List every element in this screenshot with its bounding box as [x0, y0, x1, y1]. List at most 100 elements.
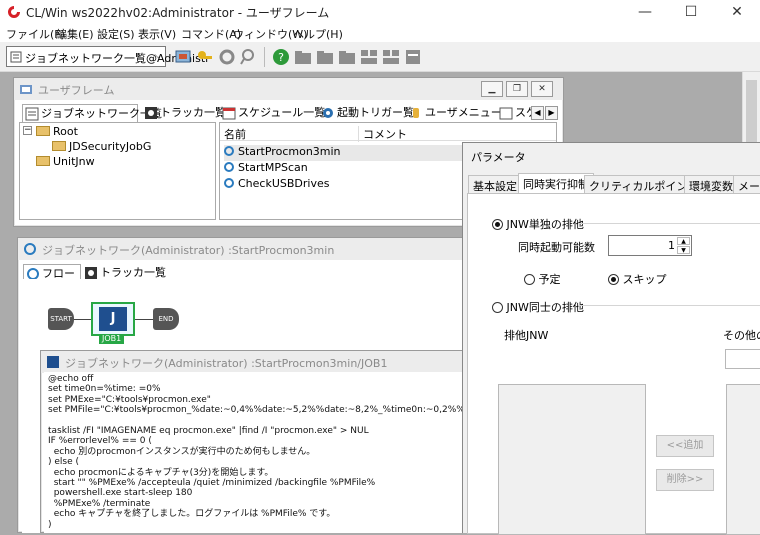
concurrent-value: 1 — [668, 239, 675, 252]
job-icon: J — [99, 307, 127, 331]
tracker-icon — [145, 107, 157, 119]
spin-down-button[interactable]: ▼ — [677, 246, 690, 254]
folder-icon[interactable] — [316, 48, 334, 66]
tree-node-jdsecurity[interactable]: JDSecurityJobG — [52, 140, 151, 153]
tab-mail[interactable]: メール通 — [733, 175, 760, 193]
exclusive-jnw-list[interactable] — [498, 384, 646, 535]
jobnetwork-icon — [224, 162, 234, 172]
list-item-label: StartProcmon3min — [238, 145, 341, 158]
group-divider — [578, 305, 760, 306]
folder-icon — [36, 126, 50, 136]
folder-icon[interactable] — [338, 48, 356, 66]
column-comment[interactable]: コメント — [358, 126, 407, 142]
search-icon[interactable] — [240, 48, 258, 66]
tab-user-menu[interactable]: ユーザメニュー — [407, 104, 502, 122]
calendar-icon — [222, 107, 236, 120]
group-tree: − Root JDSecurityJobG UnitJnw — [19, 122, 216, 220]
window-icon[interactable] — [404, 48, 422, 66]
frame-minimize-button[interactable]: ▁ — [481, 81, 503, 97]
close-button[interactable]: ✕ — [714, 0, 760, 24]
folder-icon[interactable] — [294, 48, 312, 66]
flow-arrow — [74, 319, 91, 320]
tree-node-label: JDSecurityJobG — [69, 140, 152, 153]
menu-view[interactable]: 表示(V) — [138, 26, 176, 42]
frame-restore-button[interactable]: ❐ — [506, 81, 528, 97]
spin-up-button[interactable]: ▲ — [677, 237, 690, 245]
tab-tracker-list[interactable]: トラッカ一覧 — [142, 104, 226, 122]
menu-help[interactable]: ヘルプ(H) — [293, 26, 343, 42]
other-filter-input[interactable] — [725, 349, 760, 369]
list-item-label: CheckUSBDrives — [238, 177, 330, 190]
folder-icon — [36, 156, 50, 166]
tab-label: 起動トリガー覧 — [337, 106, 414, 119]
other-list-label: その他のJ — [723, 329, 760, 342]
key-icon[interactable] — [196, 48, 214, 66]
menu-bar: ファイル(F) 編集(E) 設定(S) 表示(V) コマンド(A) ウィンドウ(… — [0, 24, 760, 42]
job-script-title: ジョブネットワーク(Administrator) :StartProcmon3m… — [65, 357, 388, 370]
help-icon[interactable]: ? — [272, 48, 290, 66]
hand-icon — [413, 108, 419, 118]
user-frame-title: ユーザフレーム — [38, 84, 115, 97]
jobnetwork-icon — [224, 178, 234, 188]
toolbar-separator — [264, 47, 265, 67]
radio-label: JNW同士の排他 — [506, 301, 584, 314]
flow-job-node[interactable]: J — [91, 302, 135, 336]
tile-icon[interactable] — [360, 48, 378, 66]
remove-button[interactable]: 削除>> — [656, 469, 714, 491]
maximize-button[interactable]: ☐ — [668, 0, 714, 24]
concurrent-label: 同時起動可能数 — [518, 241, 595, 254]
app-logo-icon — [8, 6, 20, 18]
radio-label: 予定 — [538, 273, 561, 286]
job-icon — [47, 356, 59, 368]
menu-settings[interactable]: 設定(S) — [97, 26, 135, 42]
tree-node-unitjnw[interactable]: UnitJnw — [36, 155, 95, 168]
svg-text:?: ? — [278, 51, 284, 64]
tree-node-root[interactable]: Root — [36, 125, 78, 138]
refresh-icon[interactable] — [218, 48, 236, 66]
tab-trigger-list[interactable]: 起動トリガー覧 — [319, 104, 414, 122]
radio-dot — [524, 274, 535, 285]
parameter-dialog: パラメータ 基本設定 同時実行抑制 クリティカルポイント警告 環境変数 メール通… — [462, 142, 760, 535]
tab-schedule-list[interactable]: スケジュール一覧 — [220, 104, 325, 122]
view-selector[interactable]: ジョブネットワーク一覧@Administı ⌵ — [6, 46, 208, 67]
radio-jnw-exclusive[interactable]: JNW単独の排他 — [492, 216, 584, 232]
concurrent-input[interactable]: 1 ▲ ▼ — [608, 235, 692, 256]
tab-basic-settings[interactable]: 基本設定 — [468, 175, 522, 193]
tracker-icon — [85, 267, 97, 279]
column-name[interactable]: 名前 — [224, 126, 246, 142]
script-editor[interactable]: @echo off set time0n=%time: =0% set PMEx… — [44, 372, 555, 533]
title-bar: CL/Win ws2022hv02:Administrator - ユーザフレー… — [0, 0, 760, 24]
network-icon[interactable] — [174, 48, 192, 66]
menu-edit[interactable]: 編集(E) — [56, 26, 94, 42]
user-frame-titlebar: ユーザフレーム ▁ ❐ ✕ — [14, 78, 563, 100]
flow-end-node[interactable]: END — [153, 308, 179, 330]
radio-dot — [608, 274, 619, 285]
tree-collapse-toggle[interactable]: − — [23, 126, 32, 135]
tab-concurrency[interactable]: 同時実行抑制 — [518, 173, 594, 194]
frame-close-button[interactable]: ✕ — [531, 81, 553, 97]
tree-node-label: Root — [53, 125, 78, 138]
tile-icon[interactable] — [382, 48, 400, 66]
tab-scroll-left-button[interactable]: ◀ — [531, 106, 544, 120]
radio-jnw-mutual[interactable]: JNW同士の排他 — [492, 299, 584, 315]
radio-dot — [492, 219, 503, 230]
other-jnw-list[interactable] — [726, 384, 760, 535]
group-divider — [578, 223, 760, 224]
radio-reserve[interactable]: 予定 — [524, 271, 561, 287]
tab-label: トラッカ一覧 — [160, 106, 226, 119]
flow-start-node[interactable]: START — [48, 308, 74, 330]
tab-jobnetwork-list[interactable]: ジョブネットワーク一覧 — [22, 104, 162, 122]
radio-skip[interactable]: スキップ — [608, 271, 667, 287]
gear-icon — [323, 108, 333, 118]
window-title: CL/Win ws2022hv02:Administrator - ユーザフレー… — [26, 6, 330, 20]
jobnetwork-icon — [224, 146, 234, 156]
tab-scroll-right-button[interactable]: ▶ — [545, 106, 558, 120]
tab-label: スケジュール一覧 — [238, 106, 326, 119]
minimize-button[interactable]: — — [622, 0, 668, 24]
tab-environment[interactable]: 環境変数 — [684, 175, 738, 193]
job-script-titlebar: ジョブネットワーク(Administrator) :StartProcmon3m… — [41, 351, 467, 373]
add-button[interactable]: <<追加 — [656, 435, 714, 457]
script-text: @echo off set time0n=%time: =0% set PMEx… — [48, 374, 555, 530]
folder-icon — [52, 141, 66, 151]
calendar-icon — [499, 107, 513, 120]
